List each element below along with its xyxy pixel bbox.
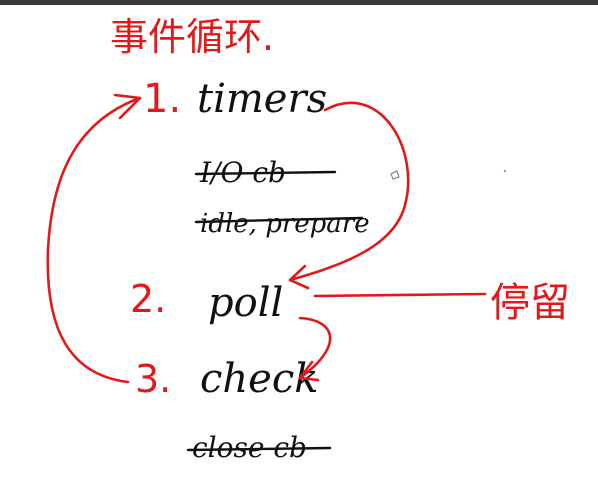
- stray-mark: [390, 170, 400, 180]
- phase-1-index: 1.: [143, 76, 181, 122]
- phase-poll-label: poll: [208, 280, 283, 326]
- stay-label: 停留: [490, 280, 570, 326]
- arrow-check-to-timers: [46, 96, 142, 384]
- diagram-title: 事件循环.: [110, 15, 274, 59]
- phase-2-index: 2.: [130, 277, 166, 321]
- phase-idle-prepare-label: idle, prepare: [200, 209, 370, 239]
- event-loop-diagram: 事件循环. 1. timers I/O cb idle, prepare 2. …: [46, 15, 570, 464]
- stray-dot: [503, 169, 507, 173]
- arrow-timers-to-poll: [288, 101, 410, 282]
- phase-3-index: 3.: [135, 357, 171, 401]
- phase-timers-label: timers: [197, 76, 327, 122]
- poll-stay-line: [313, 292, 487, 298]
